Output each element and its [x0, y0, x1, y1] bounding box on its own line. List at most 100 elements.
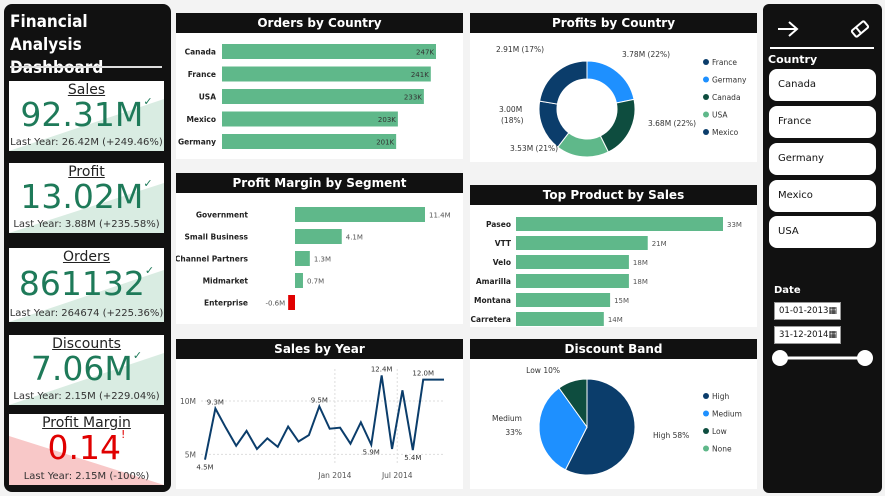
kpi-sales-number: 92.31M: [20, 95, 144, 134]
country-button-france[interactable]: France: [769, 106, 876, 138]
bar: [295, 273, 303, 288]
bar: [295, 251, 310, 266]
arrow-right-icon[interactable]: [777, 20, 799, 38]
pie-slice: [599, 98, 636, 153]
series-line: [204, 375, 444, 460]
category-label: Midmarket: [203, 277, 249, 286]
discount-band-panel: Discount Band High Medium Low None High 58% M…: [470, 339, 757, 489]
data-label: 33M: [727, 221, 742, 229]
pie-slice: [586, 60, 635, 104]
legend-label: Low: [712, 427, 727, 436]
country-button-germany[interactable]: Germany: [769, 143, 876, 175]
kpi-sales-sub: Last Year: 26.42M (+249.46%): [10, 137, 163, 148]
bar: [222, 89, 424, 104]
data-label: 15M: [614, 297, 629, 305]
data-label: 2.91M (17%): [496, 45, 544, 54]
bar: [222, 111, 398, 127]
category-label: Small Business: [185, 233, 249, 242]
bar: [516, 255, 629, 269]
bar: [295, 207, 425, 222]
data-label: 21M: [652, 240, 667, 248]
data-label: 5.4M: [404, 454, 421, 462]
data-label: 14M: [608, 316, 623, 324]
category-label: VTT: [495, 239, 512, 248]
kpi-profit-number: 13.02M: [20, 177, 144, 216]
legend-label: USA: [712, 111, 728, 120]
title-divider: [10, 66, 162, 68]
discount-band-title: Discount Band: [470, 339, 757, 359]
data-label: 3.00M: [499, 105, 522, 114]
country-filter-label: Country: [768, 53, 818, 66]
top-product-panel: Top Product by Sales Paseo 33M VTT 21M Velo 1…: [470, 185, 757, 327]
kpi-card-discounts[interactable]: Discounts 7.06M✓ Last Year: 2.15M (+229.…: [9, 335, 164, 405]
legend-marker: [703, 94, 709, 100]
data-label: 3.78M (22%): [622, 50, 670, 59]
category-label: USA: [199, 93, 216, 102]
bar: [516, 293, 611, 307]
discount-band-chart: High Medium Low None High 58% Medium 33% Low 10…: [492, 366, 742, 476]
kpi-orders-number: 861132: [18, 264, 145, 303]
legend-marker: [703, 59, 709, 65]
legend-marker: [703, 428, 709, 434]
legend-marker: [703, 76, 709, 83]
x-tick-label: Jan 2014: [317, 471, 351, 480]
eraser-icon[interactable]: [849, 19, 871, 39]
date-range-slider[interactable]: [771, 347, 875, 369]
kpi-card-sales[interactable]: Sales 92.31M✓ Last Year: 26.42M (+249.46…: [9, 81, 164, 151]
date-to-value: 31-12-2014: [779, 330, 829, 340]
slider-handle-end[interactable]: [857, 350, 873, 366]
profits-by-country-panel: Profits by Country France Germany Canada US…: [470, 13, 757, 162]
data-label: 203K: [378, 116, 396, 124]
category-label: Channel Partners: [176, 255, 249, 264]
kpi-card-profit[interactable]: Profit 13.02M✓ Last Year: 3.88M (+235.58…: [9, 163, 164, 233]
kpi-card-profit-margin[interactable]: Profit Margin 0.14! Last Year: 2.15M (-1…: [9, 414, 164, 485]
data-label: 12.4M: [371, 365, 393, 373]
legend-label: None: [712, 445, 732, 454]
data-label: 12.0M: [412, 370, 434, 378]
data-label: 0.7M: [307, 278, 324, 286]
check-icon: ✓: [143, 177, 153, 190]
slider-handle-start[interactable]: [772, 350, 788, 366]
top-product-chart: Paseo 33M VTT 21M Velo 18M Amarilla 18M Montana 1…: [471, 217, 742, 326]
filter-panel: Country Canada France Germany Mexico USA…: [763, 4, 882, 493]
legend-marker: [703, 393, 709, 399]
y-tick-label: 10M: [180, 397, 196, 406]
legend-label: Germany: [712, 76, 747, 85]
kpi-margin-number: 0.14: [47, 428, 122, 467]
kpi-profit-value: 13.02M✓: [9, 177, 164, 216]
data-label: 18M: [633, 278, 648, 286]
legend-marker: [703, 410, 709, 417]
country-button-canada[interactable]: Canada: [769, 69, 876, 101]
bar: [295, 229, 342, 244]
calendar-icon[interactable]: ▦: [828, 303, 837, 319]
kpi-orders-value: 861132✓: [9, 264, 164, 303]
country-button-mexico[interactable]: Mexico: [769, 180, 876, 212]
date-to-input[interactable]: 31-12-2014 ▦: [774, 326, 841, 344]
data-label: 11.4M: [429, 212, 451, 220]
category-label: Germany: [178, 138, 216, 147]
bar: [516, 236, 648, 250]
date-from-value: 01-01-2013: [779, 306, 829, 316]
filter-divider: [770, 47, 874, 49]
bar: [222, 134, 397, 149]
data-label: 233K: [404, 94, 422, 102]
bar: [516, 274, 629, 288]
bar: [516, 312, 604, 326]
data-label: 4.1M: [346, 234, 363, 242]
date-filter-label: Date: [774, 285, 801, 296]
legend-label: Medium: [712, 410, 742, 419]
category-label: Government: [196, 211, 249, 220]
country-button-usa[interactable]: USA: [769, 216, 876, 248]
calendar-icon[interactable]: ▦: [828, 327, 837, 343]
date-from-input[interactable]: 01-01-2013 ▦: [774, 302, 841, 320]
data-label: 241K: [411, 71, 429, 79]
top-product-title: Top Product by Sales: [470, 185, 757, 205]
kpi-card-orders[interactable]: Orders 861132✓ Last Year: 264674 (+225.3…: [9, 248, 164, 322]
data-label: 9.5M: [311, 396, 328, 404]
profits-by-country-chart: France Germany Canada USA Mexico 3.78M (22%) 3…: [496, 45, 747, 158]
kpi-discounts-number: 7.06M: [30, 349, 133, 388]
category-label: Montana: [474, 296, 511, 305]
data-label: Medium: [492, 414, 522, 423]
data-label: 201K: [376, 139, 394, 147]
kpi-orders-sub: Last Year: 264674 (+225.36%): [9, 308, 164, 319]
